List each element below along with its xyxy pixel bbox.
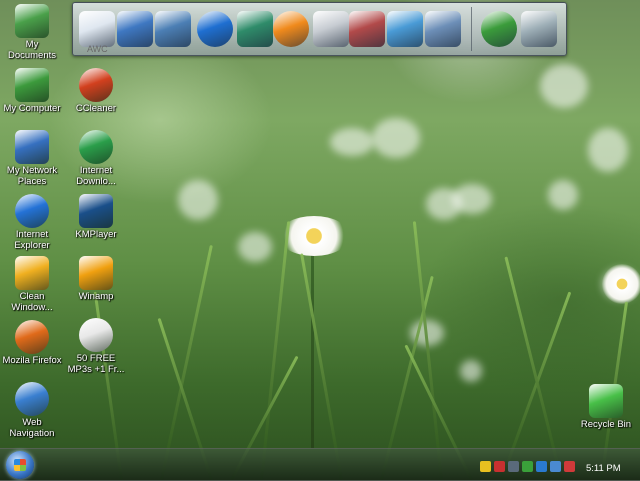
wallpaper-blur-flower [588, 128, 628, 172]
desktop-icon-my-computer[interactable]: My Computer [1, 68, 63, 114]
desktop-icon-free-mp3s[interactable]: 50 FREE MP3s +1 Fr... [65, 318, 127, 375]
grass-blade [300, 253, 343, 480]
desktop-icon-label: Recycle Bin [580, 419, 632, 430]
alert-icon[interactable] [564, 461, 575, 472]
desktop-icon-label: My Computer [3, 103, 61, 114]
quick-launch-separator [471, 7, 472, 51]
desktop-icon-label: 50 FREE MP3s +1 Fr... [67, 353, 125, 375]
daisy-stem [311, 248, 314, 448]
update-icon[interactable] [522, 461, 533, 472]
desktop-icon-clean-windows[interactable]: Clean Window... [1, 256, 63, 313]
download-icon[interactable] [536, 461, 547, 472]
desktop-icon-label: Mozila Firefox [2, 355, 62, 366]
grass-blade [412, 221, 443, 480]
windows-orb-icon [14, 459, 26, 471]
wallpaper-blur-flower [372, 118, 420, 158]
wallpaper-blur-flower [540, 64, 588, 108]
control-panel-icon[interactable] [425, 11, 461, 47]
wallpaper-blur-flower [178, 180, 218, 220]
desktop-icon-mozilla-firefox[interactable]: Mozila Firefox [1, 320, 63, 366]
security-shield-icon[interactable] [480, 461, 491, 472]
desktop-icon-web-navigation[interactable]: Web Navigation [1, 382, 63, 439]
desktop-icon-label: CCleaner [75, 103, 117, 114]
desktop-icon-internet-download-manager[interactable]: Internet Downlo... [65, 130, 127, 187]
paint-brushes-icon[interactable] [349, 11, 385, 47]
desktop-icon-label: KMPlayer [75, 229, 117, 240]
grass-blade [260, 221, 291, 480]
quick-launch-bar: AWC [72, 2, 567, 56]
desktop-icon-label: My Documents [7, 39, 57, 61]
desktop-icon-label: Internet Downlo... [76, 165, 116, 187]
internet-download-manager-icon [79, 130, 113, 164]
desktop-icon-kmplayer[interactable]: KMPlayer [65, 194, 127, 240]
mozilla-firefox-icon [15, 320, 49, 354]
taskbar-clock[interactable]: 5:11 PM [586, 463, 621, 474]
desktop-icon-recycle-bin[interactable]: Recycle Bin [575, 384, 637, 430]
wallpaper-blur-flower [330, 128, 374, 156]
my-documents-icon [15, 4, 49, 38]
desktop-icon-my-network-places[interactable]: My Network Places [1, 130, 63, 187]
desktop-icon-label: Clean Window... [11, 291, 53, 313]
display-icon[interactable] [550, 461, 561, 472]
start-button[interactable] [6, 451, 34, 479]
my-network-places-icon [15, 130, 49, 164]
clean-windows-icon [15, 256, 49, 290]
desktop-icon-winamp[interactable]: Winamp [65, 256, 127, 302]
kmplayer-icon [79, 194, 113, 228]
awc-icon[interactable] [79, 11, 115, 47]
grass-blade [160, 244, 213, 480]
network-computers-icon[interactable] [117, 11, 153, 47]
free-mp3s-icon [79, 318, 113, 352]
desktop-icon-label: My Network Places [6, 165, 58, 187]
internet-explorer-icon [15, 194, 49, 228]
wallpaper-blur-flower [238, 232, 272, 262]
notepad-icon[interactable] [387, 11, 423, 47]
network-icon[interactable] [508, 461, 519, 472]
internet-explorer-icon[interactable] [197, 11, 233, 47]
desktop-icon-label: Web Navigation [9, 417, 55, 439]
ccleaner-icon [79, 68, 113, 102]
windows-logo-icon[interactable] [481, 11, 517, 47]
wallpaper-blur-flower [460, 360, 482, 382]
desktop-icon-my-documents[interactable]: My Documents [1, 4, 63, 61]
desktop-icon-label: Winamp [78, 291, 114, 302]
media-player-icon[interactable] [273, 11, 309, 47]
web-navigation-icon [15, 382, 49, 416]
desktop-icon-internet-explorer[interactable]: Internet Explorer [1, 194, 63, 251]
wallpaper-blur-flower [548, 180, 578, 210]
calculator-icon[interactable] [313, 11, 349, 47]
wallpaper-blur-flower [452, 184, 492, 214]
winamp-icon [79, 256, 113, 290]
quick-launch-caption: AWC [87, 44, 108, 54]
antivirus-icon[interactable] [494, 461, 505, 472]
desktop-icon-ccleaner[interactable]: CCleaner [65, 68, 127, 114]
display-settings-icon[interactable] [237, 11, 273, 47]
documents-icon[interactable] [155, 11, 191, 47]
recycle-bin-icon [589, 384, 623, 418]
recycle-bin-icon[interactable] [521, 11, 557, 47]
desktop-icon-label: Internet Explorer [14, 229, 50, 251]
my-computer-icon [15, 68, 49, 102]
